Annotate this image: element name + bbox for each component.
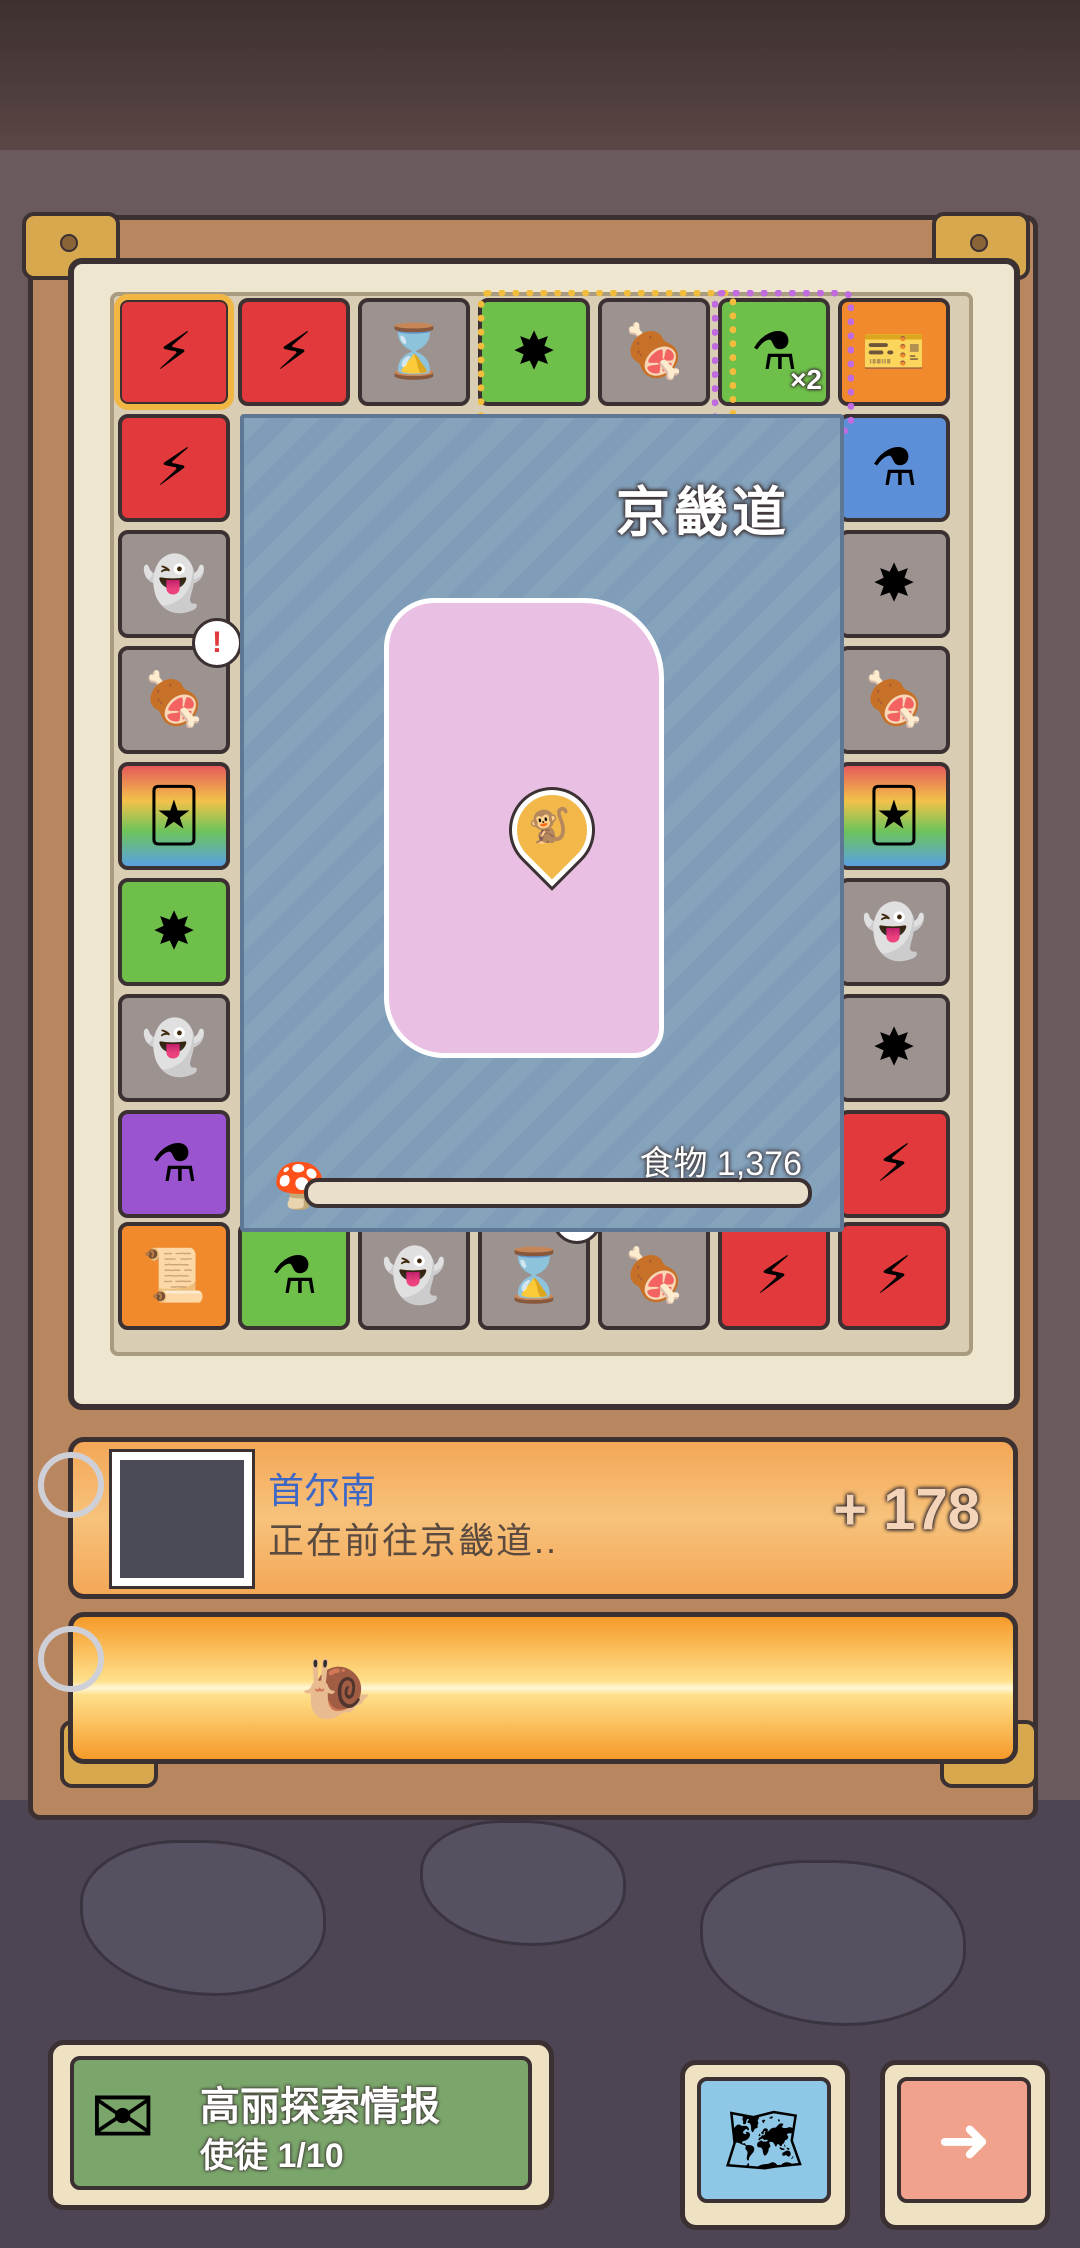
travel-status-text: 正在前往京畿道.. xyxy=(268,1520,559,1561)
rock-decoration xyxy=(700,1860,966,2026)
tile-item-icon: ⚗ xyxy=(270,1247,318,1305)
board-tile-top-6[interactable]: 🎫 xyxy=(838,298,950,406)
tile-item-icon: 🎫 xyxy=(861,323,927,381)
tile-item-icon: ✸ xyxy=(872,1019,916,1077)
region-name: 京畿道 xyxy=(616,483,790,543)
board-tile-top-1[interactable]: ⚡ xyxy=(238,298,350,406)
board-tile-left-0[interactable]: ⚡ xyxy=(118,414,230,522)
board-tile-right-2[interactable]: 🍖 xyxy=(838,646,950,754)
board-tile-bottom-0[interactable]: 📜 xyxy=(118,1222,230,1330)
tile-item-icon: 👻 xyxy=(381,1247,447,1305)
board-tile-top-2[interactable]: ⌛ xyxy=(358,298,470,406)
exploration-info-title: 高丽探索情报 xyxy=(200,2085,440,2129)
board-tile-right-0[interactable]: ⚗ xyxy=(838,414,950,522)
tile-item-icon: ✸ xyxy=(152,903,196,961)
tile-item-icon: ⚡ xyxy=(755,1247,793,1305)
tile-item-icon: 🍖 xyxy=(141,671,207,729)
tile-item-icon: 🍖 xyxy=(621,1247,687,1305)
travel-speed-bar xyxy=(68,1612,1018,1764)
board-tile-bottom-5[interactable]: ⚡ xyxy=(718,1222,830,1330)
board-tile-top-0[interactable]: ⚡ xyxy=(114,294,234,410)
tile-item-icon: 📜 xyxy=(141,1247,207,1305)
background-top xyxy=(0,0,1080,150)
tile-item-icon: 🍖 xyxy=(861,671,927,729)
tile-item-icon: ⌛ xyxy=(381,323,447,381)
arrow-right-icon: ➜ xyxy=(897,2077,1031,2203)
tile-item-icon: 🃏 xyxy=(867,787,921,845)
tile-item-icon: ⚗ xyxy=(870,439,918,497)
tile-item-icon: 🃏 xyxy=(147,787,201,845)
tile-item-icon: ⚡ xyxy=(875,1247,913,1305)
board-tile-left-4[interactable]: ✸ xyxy=(118,878,230,986)
food-counter: 食物 1,376 xyxy=(639,1136,802,1185)
tile-item-icon: 👻 xyxy=(141,1019,207,1077)
board-tile-left-5[interactable]: 👻 xyxy=(118,994,230,1102)
next-button[interactable]: ➜ xyxy=(880,2060,1050,2230)
binder-ring xyxy=(38,1626,104,1692)
board-tile-bottom-6[interactable]: ⚡ xyxy=(838,1222,950,1330)
board-tile-right-3[interactable]: 🃏 xyxy=(838,762,950,870)
snail-icon: 🐌 xyxy=(300,1657,373,1722)
player-face-icon: 🐒 xyxy=(528,807,571,845)
tile-item-icon: ⚡ xyxy=(155,439,193,497)
tile-item-icon: ✸ xyxy=(872,555,916,613)
region-map[interactable]: 京畿道 🐒 🍄 食物 1,376 xyxy=(240,414,844,1232)
bonus-highlight-purple xyxy=(712,290,854,434)
tile-item-icon: 👻 xyxy=(861,903,927,961)
board-tile-right-1[interactable]: ✸ xyxy=(838,530,950,638)
rock-decoration xyxy=(420,1820,626,1946)
food-value: 1,376 xyxy=(716,1145,802,1183)
binder-ring xyxy=(38,1452,104,1518)
bonus-highlight-gold xyxy=(478,290,736,434)
exploration-info-progress: 使徒 1/10 xyxy=(200,2137,344,2175)
tile-item-icon: ⚡ xyxy=(155,323,193,381)
reward-gain: + 178 xyxy=(833,1477,980,1542)
food-label: 食物 xyxy=(639,1145,708,1183)
alert-badge-icon: ! xyxy=(192,618,242,668)
board-tile-right-4[interactable]: 👻 xyxy=(838,878,950,986)
location-photo xyxy=(112,1452,252,1586)
tile-item-icon: 👻 xyxy=(141,555,207,613)
tile-item-icon: ⚗ xyxy=(150,1135,198,1193)
map-button[interactable]: 🗺 xyxy=(680,2060,850,2230)
tile-item-icon: ⌛ xyxy=(501,1247,567,1305)
board-tile-left-6[interactable]: ⚗ xyxy=(118,1110,230,1218)
map-icon: 🗺 xyxy=(697,2077,831,2203)
tile-item-icon: ⚡ xyxy=(275,323,313,381)
board-tile-bottom-1[interactable]: ⚗ xyxy=(238,1222,350,1330)
rock-decoration xyxy=(80,1840,326,1996)
board-tile-right-6[interactable]: ⚡ xyxy=(838,1110,950,1218)
envelope-icon: ✉ xyxy=(90,2073,156,2161)
tile-item-icon: ⚡ xyxy=(875,1135,913,1193)
location-name: 首尔南 xyxy=(268,1470,377,1511)
board-tile-bottom-2[interactable]: 👻 xyxy=(358,1222,470,1330)
board-tile-right-5[interactable]: ✸ xyxy=(838,994,950,1102)
board-tile-left-3[interactable]: 🃏 xyxy=(118,762,230,870)
board-tile-bottom-4[interactable]: 🍖 xyxy=(598,1222,710,1330)
